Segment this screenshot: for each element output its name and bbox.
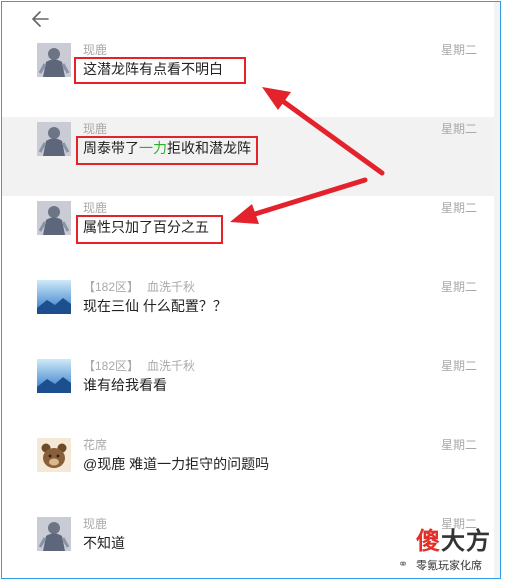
message-row[interactable]: 【182区】 血洗千秋 星期二 现在三仙 什么配置？？ (2, 275, 495, 354)
blue-sky-avatar[interactable] (37, 280, 71, 314)
message-time: 星期二 (440, 201, 477, 215)
blue-sky-avatar[interactable] (37, 359, 71, 393)
watermark-logo-dark: 大方 (441, 528, 491, 555)
sender-nickname: 血洗千秋 (147, 359, 196, 373)
highlighted-term: 一力 (139, 140, 167, 156)
message-row[interactable]: 现鹿 星期二 这潜龙阵有点看不明白 (2, 38, 495, 117)
watermark: 傻大方 ⚭ 零氪玩家化席 (398, 527, 498, 577)
sender-name: 【182区】 血洗千秋 (83, 278, 195, 295)
message-time: 星期二 (440, 359, 477, 373)
sender-nickname: 血洗千秋 (147, 280, 196, 294)
message-text: @现鹿 难道一力拒守的问题吗 (83, 456, 270, 472)
message-row[interactable]: 【182区】 血洗千秋 星期二 谁有给我看看 (2, 354, 495, 433)
sender-name: 现鹿 (83, 43, 108, 57)
back-arrow-icon[interactable] (30, 8, 56, 30)
armored-knight-avatar[interactable] (37, 43, 71, 77)
sender-name: 【182区】 血洗千秋 (83, 357, 195, 374)
wechat-icon: ⚭ (398, 557, 409, 571)
armored-knight-avatar[interactable] (37, 517, 71, 551)
message-text: 现在三仙 什么配置？？ (83, 298, 227, 314)
sender-name: 花席 (83, 438, 108, 452)
message-row[interactable]: 现鹿 星期二 周泰带了一力拒收和潜龙阵 (2, 117, 495, 196)
text-segment: 周泰带了 (83, 140, 139, 156)
sender-name: 现鹿 (83, 517, 108, 531)
message-text: 周泰带了一力拒收和潜龙阵 (83, 138, 251, 158)
server-region: 【182区】 (83, 280, 140, 294)
armored-knight-avatar[interactable] (37, 122, 71, 156)
sender-name: 现鹿 (83, 122, 108, 136)
chat-window: 现鹿 星期二 这潜龙阵有点看不明白 现鹿 星期二 周泰带了一力拒收和潜龙阵 现鹿… (1, 1, 501, 579)
message-time: 星期二 (440, 280, 477, 294)
message-text: 谁有给我看看 (83, 377, 167, 393)
watermark-subtitle: 零氪玩家化席 (416, 560, 482, 572)
scrollbar[interactable] (494, 2, 500, 578)
bear-avatar[interactable] (37, 438, 71, 472)
message-text: 这潜龙阵有点看不明白 (83, 61, 223, 77)
server-region: 【182区】 (83, 359, 140, 373)
message-text: 不知道 (83, 535, 125, 551)
sender-name: 现鹿 (83, 201, 108, 215)
message-row[interactable]: 现鹿 星期二 属性只加了百分之五 (2, 196, 495, 275)
text-segment: 拒收和潜龙阵 (167, 140, 251, 156)
message-text: 属性只加了百分之五 (83, 219, 209, 235)
top-bar (2, 2, 500, 38)
message-time: 星期二 (440, 43, 477, 57)
watermark-logo-red: 傻 (416, 528, 441, 555)
armored-knight-avatar[interactable] (37, 201, 71, 235)
watermark-logo: 傻大方 (416, 529, 491, 555)
message-time: 星期二 (440, 122, 477, 136)
message-time: 星期二 (440, 438, 477, 452)
message-row[interactable]: 花席 星期二 @现鹿 难道一力拒守的问题吗 (2, 433, 495, 512)
